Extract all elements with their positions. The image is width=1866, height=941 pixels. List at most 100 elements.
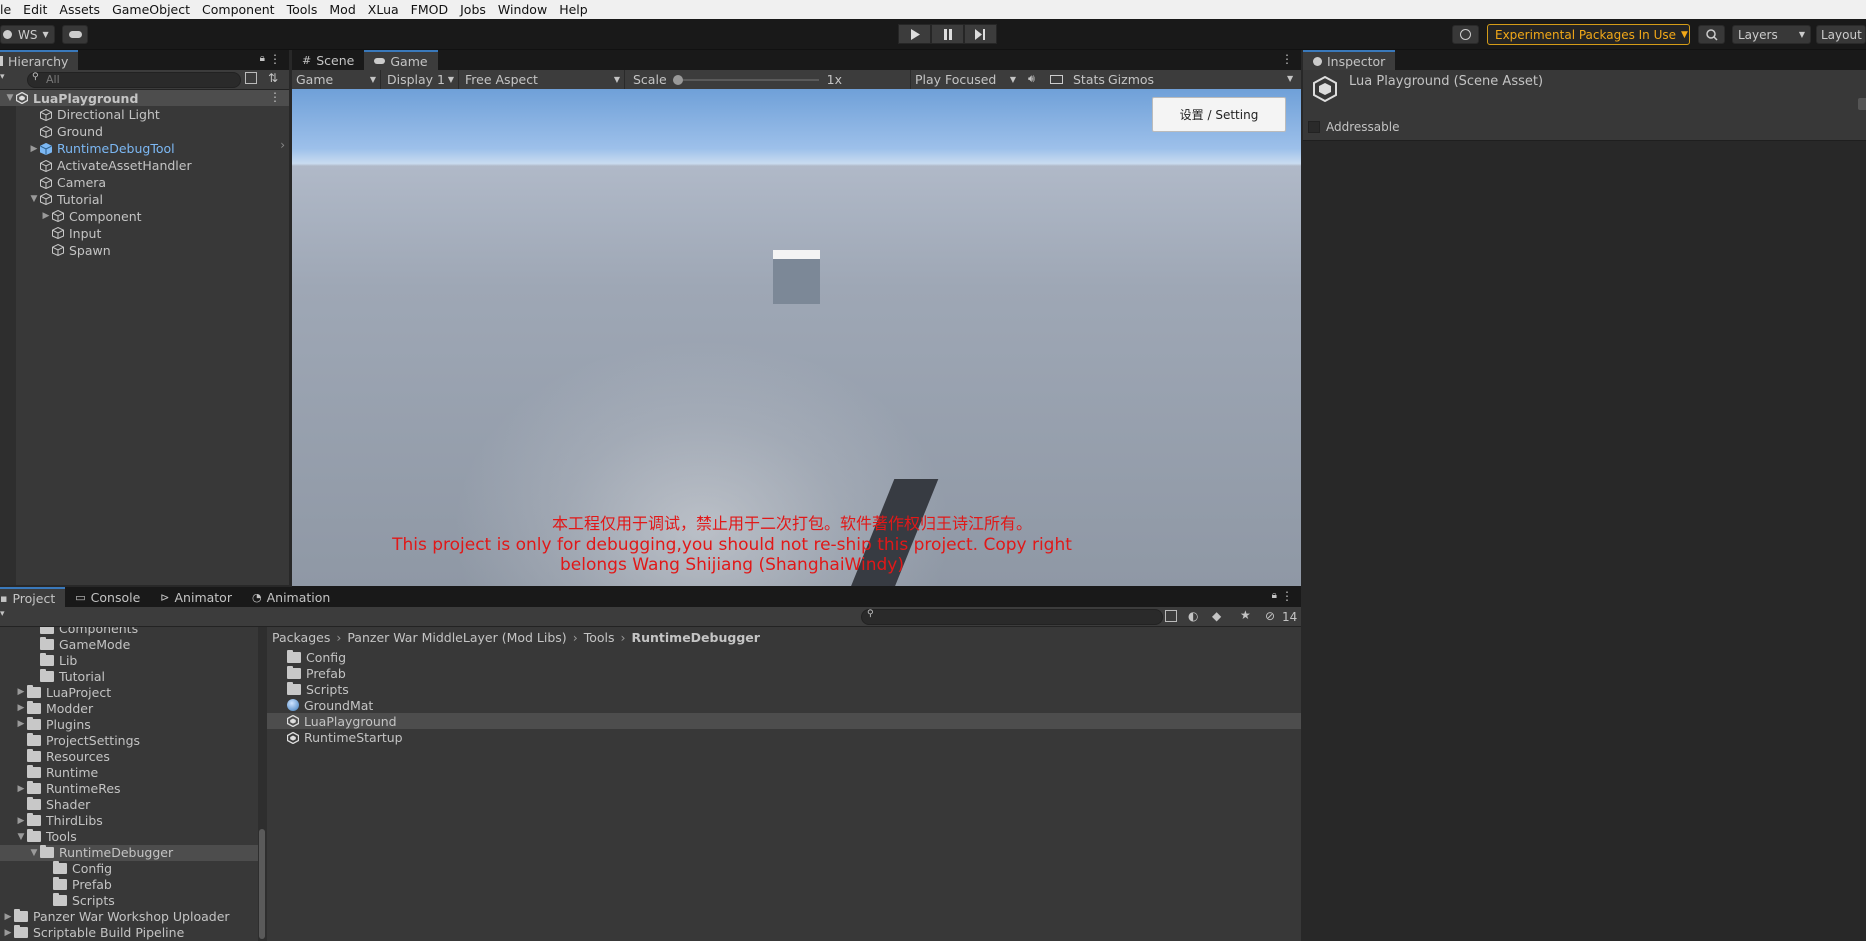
menu-item-fmod[interactable]: FMOD [405,2,454,17]
tab-scene[interactable]: # Scene [292,50,364,70]
menu-item-xlua[interactable]: XLua [362,2,405,17]
hierarchy-item[interactable]: ▶ RuntimeDebugTool [0,141,289,157]
checkbox[interactable] [1308,121,1320,133]
hierarchy-item[interactable]: Directional Light [0,107,289,123]
hierarchy-item[interactable]: Camera [0,175,289,191]
project-tree-item[interactable]: Lib [0,652,258,668]
project-file-item[interactable]: Prefab [267,665,1301,681]
kebab-menu-icon[interactable]: ⋮ [1281,589,1293,603]
hierarchy-item[interactable]: Ground [0,124,289,140]
project-tree-item[interactable]: Scripts [0,893,258,909]
expand-arrow-icon[interactable]: ▶ [15,816,27,826]
lock-icon[interactable]: 🔒︎ [1272,590,1277,601]
breadcrumb-item[interactable]: Tools [584,630,615,645]
menu-item-gameobject[interactable]: GameObject [106,2,196,17]
kebab-menu-icon[interactable]: ⋮ [1281,52,1293,66]
pause-button[interactable] [931,24,964,44]
breadcrumb-item[interactable]: Packages [272,630,330,645]
expand-arrow-icon[interactable]: ▼ [28,194,40,204]
project-tree-item[interactable]: Shader [0,797,258,813]
menu-item-tools[interactable]: Tools [281,2,324,17]
undo-history-button[interactable] [1452,25,1479,44]
hierarchy-item[interactable]: ▼ LuaPlayground [0,90,289,106]
expand-arrow-icon[interactable]: ▶ [15,784,27,794]
menu-item-assets[interactable]: Assets [53,2,106,17]
kebab-menu-icon[interactable]: ⋮ [269,52,281,66]
expand-arrow-icon[interactable]: ▶ [2,928,14,938]
add-icon[interactable]: ▾ [0,609,5,619]
chevron-down-icon[interactable]: ▼ [1287,74,1293,83]
settings-tab-icon[interactable] [1858,98,1866,110]
audio-icon[interactable]: 🔊︎ [1028,72,1035,86]
project-tree-item[interactable]: Components [0,627,258,636]
addressable-toggle[interactable]: Addressable [1308,120,1399,134]
aspect-dropdown[interactable]: Free Aspect ▼ [459,69,625,90]
expand-arrow-icon[interactable]: ▶ [40,211,52,221]
project-tree-item[interactable]: ▶ Scriptable Build Pipeline [0,925,258,941]
setting-button[interactable]: 设置 / Setting [1152,97,1286,132]
project-tree-item[interactable]: ProjectSettings [0,732,258,748]
project-file-item[interactable]: Scripts [267,681,1301,697]
add-icon[interactable]: ▾ [0,72,5,82]
scrollbar-thumb[interactable] [259,829,265,939]
hierarchy-item[interactable]: ▶ Component [0,208,289,224]
hierarchy-item[interactable]: ▼ Tutorial [0,191,289,207]
menu-item-window[interactable]: Window [492,2,553,17]
cloud-button[interactable] [62,25,88,44]
layout-dropdown[interactable]: Layout [1816,25,1866,44]
search-button[interactable] [1698,25,1725,44]
project-tree-item[interactable]: Runtime [0,764,258,780]
project-file-item[interactable]: LuaPlayground [267,713,1301,730]
project-tree-item[interactable]: ▼ RuntimeDebugger [0,844,258,861]
lock-icon[interactable]: 🔒︎ [260,53,265,64]
project-tree-item[interactable]: ▶ ThirdLibs [0,813,258,829]
project-tree-item[interactable]: ▶ LuaProject [0,684,258,700]
chevron-right-icon[interactable]: › [280,138,285,152]
expand-arrow-icon[interactable]: ▶ [15,719,27,729]
stats-button[interactable]: Stats [1073,72,1105,87]
project-tree-item[interactable]: ▶ Panzer War Workshop Uploader [0,909,258,925]
project-tree-item[interactable]: ▶ Modder [0,700,258,716]
filter-type-icon[interactable]: ◐ [1188,609,1198,623]
experimental-packages-button[interactable]: Experimental Packages In Use ▼ [1487,24,1690,45]
project-file-item[interactable]: RuntimeStartup [267,730,1301,746]
tab-inspector[interactable]: Inspector [1303,50,1396,70]
hierarchy-search-input[interactable]: ⚲ All [27,72,241,88]
menu-item-help[interactable]: Help [553,2,594,17]
menu-item-edit[interactable]: Edit [17,2,53,17]
expand-arrow-icon[interactable]: ▶ [15,703,27,713]
favorite-icon[interactable]: ★ [1240,608,1251,622]
tab-game[interactable]: Game [364,50,438,70]
scale-slider[interactable] [672,74,819,85]
tab-hierarchy[interactable]: Hierarchy [0,50,79,70]
tab-project[interactable]: ▪ Project [0,587,66,607]
menu-item-le[interactable]: le [0,2,17,17]
project-tree-item[interactable]: Config [0,861,258,877]
project-tree-item[interactable]: ▼ Tools [0,829,258,845]
project-tree-item[interactable]: Resources [0,748,258,764]
tab-animation[interactable]: ◔ Animation [242,587,340,607]
hierarchy-item[interactable]: Input [0,225,289,241]
project-tree-item[interactable]: ▶ RuntimeRes [0,781,258,797]
kebab-menu-icon[interactable]: ⋮ [269,90,281,104]
slider-thumb[interactable] [672,74,683,85]
expand-arrow-icon[interactable]: ▶ [2,912,14,922]
play-button[interactable] [898,24,931,44]
display-dropdown[interactable]: Display 1 ▼ [381,69,459,90]
hierarchy-item[interactable]: ActivateAssetHandler [0,158,289,174]
tab-animator[interactable]: ⊳ Animator [150,587,242,607]
game-viewport[interactable]: 设置 / Setting 本工程仅用于调试，禁止用于二次打包。软件著作权归王诗江… [292,89,1301,586]
project-tree-item[interactable]: ▶ Plugins [0,716,258,732]
project-search-input[interactable]: ⚲ [861,609,1163,625]
label-icon[interactable]: ◆ [1212,609,1221,623]
expand-arrow-icon[interactable]: ▶ [28,144,40,154]
tree-scrollbar[interactable] [258,627,267,941]
hidden-packages-icon[interactable]: ⊘ [1265,609,1275,623]
breadcrumb-item[interactable]: RuntimeDebugger [631,630,759,645]
project-file-item[interactable]: Config [267,649,1301,665]
menu-item-mod[interactable]: Mod [323,2,361,17]
scene-visibility-icon[interactable] [245,72,257,84]
menu-item-component[interactable]: Component [196,2,281,17]
game-mode-dropdown[interactable]: Game ▼ [292,69,381,90]
expand-arrow-icon[interactable]: ▼ [15,832,27,842]
